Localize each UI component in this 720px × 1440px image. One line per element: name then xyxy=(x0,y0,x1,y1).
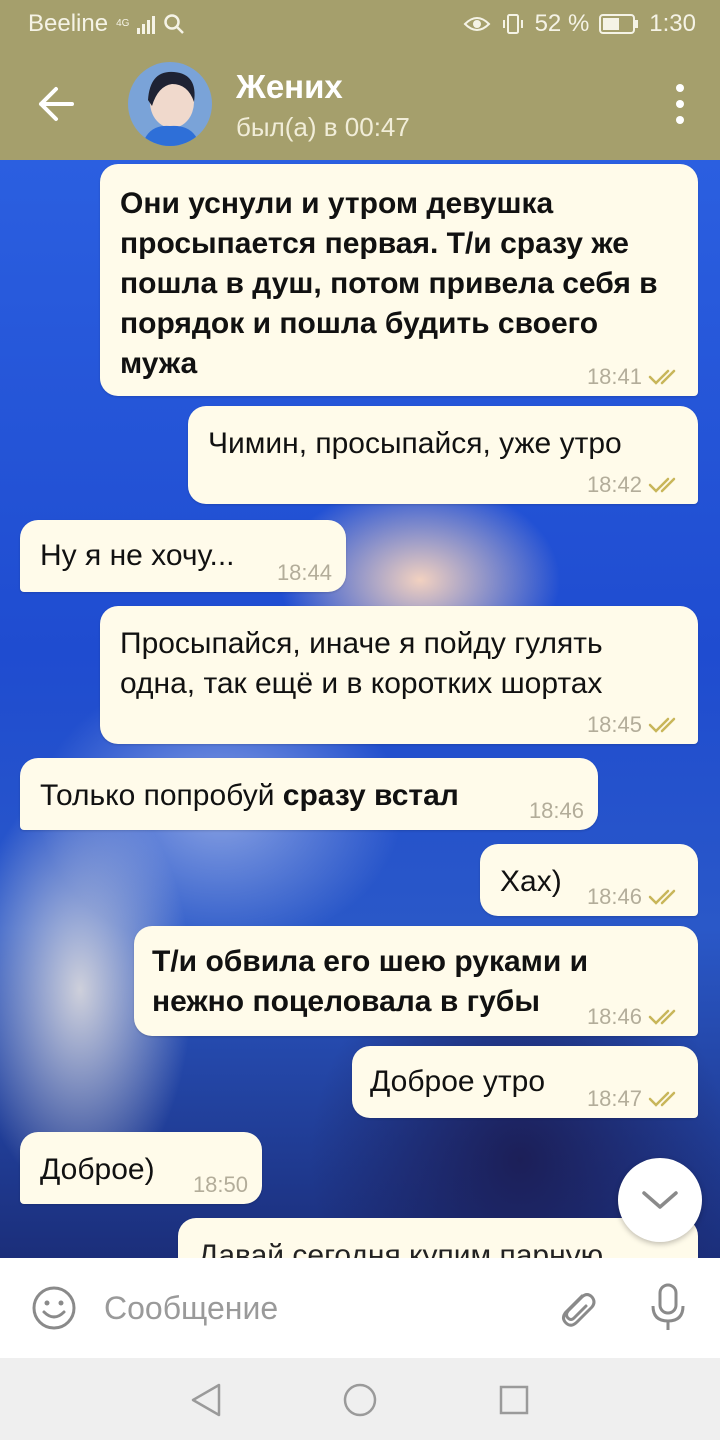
mic-button[interactable] xyxy=(644,1282,692,1334)
message-text: Чимин, просыпайся, уже утро xyxy=(208,427,622,460)
network-type: 4G xyxy=(116,18,130,29)
avatar[interactable] xyxy=(128,62,212,146)
message-text-bold: сразу встал xyxy=(282,779,459,812)
message-input[interactable] xyxy=(104,1284,524,1332)
message-meta: 18:44 xyxy=(277,562,332,584)
nav-recents-icon xyxy=(499,1385,529,1415)
message-bubble[interactable]: Хах) 18:46 xyxy=(480,844,698,916)
message-text: Хах) xyxy=(500,865,562,898)
carrier-label: Beeline xyxy=(28,10,109,37)
message-time: 18:45 xyxy=(586,712,642,737)
paperclip-icon xyxy=(562,1293,596,1327)
message-meta: 18:45 xyxy=(587,714,682,736)
back-button[interactable] xyxy=(30,78,82,130)
message-meta: 18:50 xyxy=(193,1174,248,1196)
double-check-icon xyxy=(648,477,676,493)
message-time: 18:47 xyxy=(586,1086,642,1111)
emoji-button[interactable] xyxy=(30,1284,78,1332)
message-time: 18:46 xyxy=(586,884,642,909)
message-time: 18:44 xyxy=(276,560,332,585)
chat-area[interactable]: Они уснули и утром девушка просыпается п… xyxy=(0,160,720,1258)
nav-home-icon xyxy=(343,1383,377,1417)
double-check-icon xyxy=(648,1009,676,1025)
clock: 1:30 xyxy=(649,10,696,37)
message-text: Ну я не хочу... xyxy=(40,539,235,572)
message-bubble[interactable]: Просыпайся, иначе я пойду гулять одна, т… xyxy=(100,606,698,744)
message-bubble[interactable]: Т/и обвила его шею руками и нежно поцело… xyxy=(134,926,698,1036)
vibrate-icon xyxy=(502,14,523,34)
message-meta: 18:47 xyxy=(587,1088,682,1110)
double-check-icon xyxy=(648,369,676,385)
emoji-icon xyxy=(32,1286,76,1330)
double-check-icon xyxy=(648,1091,676,1107)
message-text: Доброе утро xyxy=(370,1065,546,1098)
nav-recents-button[interactable] xyxy=(494,1380,534,1420)
message-time: 18:50 xyxy=(192,1172,248,1197)
chat-header: Жених был(а) в 00:47 xyxy=(0,48,720,160)
message-meta: 18:46 xyxy=(587,1006,682,1028)
menu-dots-icon[interactable] xyxy=(670,84,690,124)
microphone-icon xyxy=(651,1283,685,1330)
double-check-icon xyxy=(648,717,676,733)
eye-icon xyxy=(463,17,490,31)
message-text: Просыпайся, иначе я пойду гулять одна, т… xyxy=(120,627,603,700)
back-arrow-icon xyxy=(39,87,74,121)
message-bubble[interactable]: Доброе) 18:50 xyxy=(20,1132,262,1204)
message-composer xyxy=(0,1258,720,1358)
message-text: Давай сегодня купим парную xyxy=(198,1239,604,1258)
message-bubble[interactable]: Только попробуй сразу встал 18:46 xyxy=(20,758,598,830)
battery-percent: 52 % xyxy=(534,10,590,37)
signal-icon xyxy=(137,14,156,34)
nav-back-button[interactable] xyxy=(186,1380,226,1420)
search-icon xyxy=(164,14,185,34)
message-bubble[interactable]: Они уснули и утром девушка просыпается п… xyxy=(100,164,698,396)
message-bubble[interactable]: Доброе утро 18:47 xyxy=(352,1046,698,1118)
message-meta: 18:46 xyxy=(529,800,584,822)
message-time: 18:41 xyxy=(586,364,642,389)
message-bubble[interactable]: Ну я не хочу... 18:44 xyxy=(20,520,346,592)
system-nav-bar xyxy=(0,1358,720,1440)
message-text: Т/и обвила его шею руками и нежно поцело… xyxy=(152,945,589,1018)
nav-back-icon xyxy=(191,1383,221,1417)
message-meta: 18:41 xyxy=(587,366,682,388)
chevron-down-icon xyxy=(642,1191,678,1209)
nav-home-button[interactable] xyxy=(340,1380,380,1420)
message-text-plain: Только попробуй xyxy=(40,779,283,812)
scroll-down-button[interactable] xyxy=(618,1158,702,1242)
message-meta: 18:42 xyxy=(587,474,682,496)
status-bar: Beeline 4G 52 % 1:30 xyxy=(0,0,720,48)
message-time: 18:46 xyxy=(528,798,584,823)
message-bubble[interactable]: Чимин, просыпайся, уже утро 18:42 xyxy=(188,406,698,504)
battery-icon xyxy=(599,14,639,34)
last-seen-status: был(а) в 00:47 xyxy=(236,112,410,142)
message-text: Только попробуй сразу встал xyxy=(40,776,459,816)
message-text: Доброе) xyxy=(40,1153,155,1186)
attach-button[interactable] xyxy=(552,1284,600,1332)
message-bubble-partial[interactable]: Давай сегодня купим парную xyxy=(178,1218,698,1258)
message-time: 18:46 xyxy=(586,1004,642,1029)
message-meta: 18:46 xyxy=(587,886,682,908)
contact-name[interactable]: Жених xyxy=(236,68,343,106)
message-text: Они уснули и утром девушка просыпается п… xyxy=(120,187,658,380)
message-time: 18:42 xyxy=(586,472,642,497)
double-check-icon xyxy=(648,889,676,905)
